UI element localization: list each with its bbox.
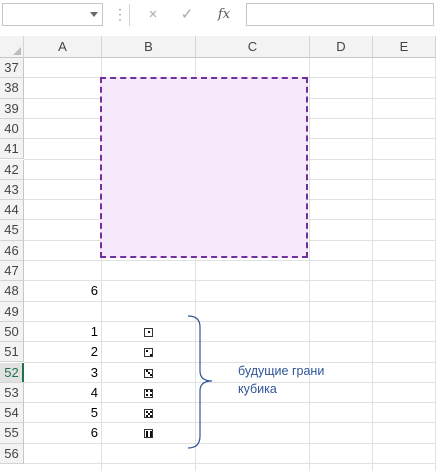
dice-pip: [145, 390, 148, 393]
dice-pip: [149, 414, 152, 417]
dice-face-5-icon: [144, 409, 153, 419]
column-header-d[interactable]: D: [310, 36, 373, 58]
cell-a51[interactable]: 2: [24, 342, 98, 362]
row-header-55[interactable]: 55: [0, 423, 24, 444]
rectangle-shape[interactable]: [100, 77, 308, 258]
annotation-textbox[interactable]: будущие грани кубика: [238, 362, 358, 398]
row-header-49[interactable]: 49: [0, 301, 24, 322]
row-header-38[interactable]: 38: [0, 78, 24, 99]
select-all-button[interactable]: [0, 36, 24, 58]
toolbar-divider: [129, 4, 130, 26]
annotation-line-2: кубика: [238, 382, 277, 396]
dice-face-4-icon: [144, 388, 153, 398]
dice-face-6-icon: [144, 429, 153, 439]
row-gridline: [24, 463, 436, 464]
row-header-53[interactable]: 53: [0, 382, 24, 404]
column-header-b[interactable]: B: [102, 36, 196, 58]
dice-pip: [145, 394, 148, 397]
row-header-45[interactable]: 45: [0, 220, 24, 241]
row-header-50[interactable]: 50: [0, 321, 24, 343]
insert-function-icon[interactable]: fx: [212, 4, 236, 26]
cell-a53[interactable]: 4: [24, 383, 98, 403]
row-header-43[interactable]: 43: [0, 179, 24, 201]
row-header-48[interactable]: 48: [0, 281, 24, 302]
cancel-icon[interactable]: ×: [141, 4, 165, 26]
dice-pip: [149, 374, 152, 376]
row-header-47[interactable]: 47: [0, 261, 24, 282]
formula-bar: ⋮ × ✓ fx: [0, 0, 436, 31]
curly-brace-shape[interactable]: [186, 315, 216, 449]
row-header-37[interactable]: 37: [0, 58, 24, 79]
row-header-51[interactable]: 51: [0, 342, 24, 363]
dice-pip: [145, 349, 148, 352]
dice-pip: [149, 353, 152, 356]
dice-pip: [145, 435, 148, 438]
row-header-40[interactable]: 40: [0, 118, 24, 140]
dice-pip: [145, 414, 148, 417]
row-header-56[interactable]: 56: [0, 443, 24, 464]
cell-a55[interactable]: 6: [24, 423, 98, 443]
row-gridline: [24, 260, 436, 261]
name-box[interactable]: [2, 3, 103, 26]
dice-pip: [149, 390, 152, 393]
dice-face-2-icon: [144, 348, 153, 358]
dice-face-1-icon: [144, 327, 153, 337]
cell-a54[interactable]: 5: [24, 403, 98, 423]
select-all-icon: [13, 47, 21, 55]
enter-icon[interactable]: ✓: [175, 4, 199, 26]
dice-pip: [149, 394, 152, 397]
column-gridline: [309, 58, 310, 471]
drag-handle-icon[interactable]: ⋮: [113, 5, 127, 23]
row-header-39[interactable]: 39: [0, 98, 24, 119]
row-header-42[interactable]: 42: [0, 159, 24, 180]
dice-pip: [147, 331, 150, 334]
row-header-44[interactable]: 44: [0, 200, 24, 221]
cell-a52[interactable]: 3: [24, 363, 98, 383]
formula-input[interactable]: [246, 3, 434, 26]
chevron-down-icon[interactable]: [90, 12, 98, 17]
column-header-c[interactable]: C: [196, 36, 310, 58]
dice-face-3-icon: [144, 368, 153, 378]
dice-pip: [149, 410, 152, 413]
annotation-line-1: будущие грани: [238, 364, 325, 378]
dice-pip: [149, 435, 152, 438]
column-header-e[interactable]: E: [373, 36, 436, 58]
cell-a50[interactable]: 1: [24, 322, 98, 342]
row-header-41[interactable]: 41: [0, 139, 24, 160]
column-header-a[interactable]: A: [24, 36, 102, 58]
column-gridline: [372, 58, 373, 471]
cell-a48[interactable]: 6: [24, 281, 98, 301]
row-header-52[interactable]: 52: [0, 362, 24, 383]
row-header-54[interactable]: 54: [0, 403, 24, 424]
row-header-46[interactable]: 46: [0, 240, 24, 261]
